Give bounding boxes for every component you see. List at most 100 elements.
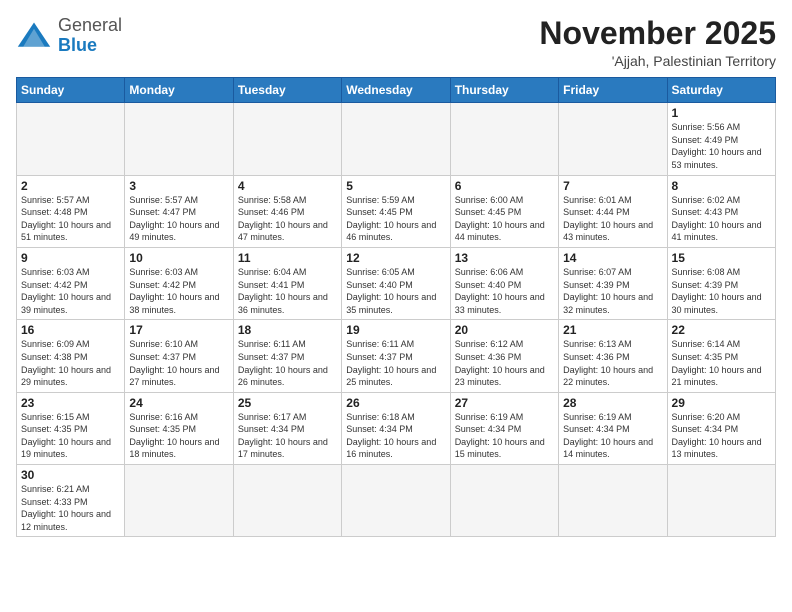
day-info: Sunrise: 6:16 AM Sunset: 4:35 PM Dayligh… bbox=[129, 411, 228, 461]
day-of-week-friday: Friday bbox=[559, 78, 667, 103]
calendar-cell: 11Sunrise: 6:04 AM Sunset: 4:41 PM Dayli… bbox=[233, 247, 341, 319]
day-number: 17 bbox=[129, 323, 228, 337]
day-number: 28 bbox=[563, 396, 662, 410]
day-info: Sunrise: 6:18 AM Sunset: 4:34 PM Dayligh… bbox=[346, 411, 445, 461]
calendar-cell: 2Sunrise: 5:57 AM Sunset: 4:48 PM Daylig… bbox=[17, 175, 125, 247]
calendar-cell: 13Sunrise: 6:06 AM Sunset: 4:40 PM Dayli… bbox=[450, 247, 558, 319]
day-number: 14 bbox=[563, 251, 662, 265]
day-info: Sunrise: 6:21 AM Sunset: 4:33 PM Dayligh… bbox=[21, 483, 120, 533]
day-info: Sunrise: 6:19 AM Sunset: 4:34 PM Dayligh… bbox=[563, 411, 662, 461]
day-number: 30 bbox=[21, 468, 120, 482]
location-subtitle: 'Ajjah, Palestinian Territory bbox=[539, 53, 776, 69]
week-row-2: 2Sunrise: 5:57 AM Sunset: 4:48 PM Daylig… bbox=[17, 175, 776, 247]
calendar-cell bbox=[450, 465, 558, 537]
day-info: Sunrise: 6:12 AM Sunset: 4:36 PM Dayligh… bbox=[455, 338, 554, 388]
week-row-6: 30Sunrise: 6:21 AM Sunset: 4:33 PM Dayli… bbox=[17, 465, 776, 537]
day-number: 4 bbox=[238, 179, 337, 193]
day-of-week-sunday: Sunday bbox=[17, 78, 125, 103]
calendar-cell bbox=[17, 103, 125, 175]
week-row-5: 23Sunrise: 6:15 AM Sunset: 4:35 PM Dayli… bbox=[17, 392, 776, 464]
day-header-row: SundayMondayTuesdayWednesdayThursdayFrid… bbox=[17, 78, 776, 103]
calendar-cell: 24Sunrise: 6:16 AM Sunset: 4:35 PM Dayli… bbox=[125, 392, 233, 464]
calendar-cell: 19Sunrise: 6:11 AM Sunset: 4:37 PM Dayli… bbox=[342, 320, 450, 392]
calendar-cell: 18Sunrise: 6:11 AM Sunset: 4:37 PM Dayli… bbox=[233, 320, 341, 392]
day-info: Sunrise: 6:13 AM Sunset: 4:36 PM Dayligh… bbox=[563, 338, 662, 388]
day-info: Sunrise: 5:59 AM Sunset: 4:45 PM Dayligh… bbox=[346, 194, 445, 244]
day-info: Sunrise: 6:03 AM Sunset: 4:42 PM Dayligh… bbox=[21, 266, 120, 316]
calendar-cell: 5Sunrise: 5:59 AM Sunset: 4:45 PM Daylig… bbox=[342, 175, 450, 247]
day-number: 3 bbox=[129, 179, 228, 193]
day-number: 22 bbox=[672, 323, 771, 337]
day-number: 11 bbox=[238, 251, 337, 265]
day-info: Sunrise: 6:15 AM Sunset: 4:35 PM Dayligh… bbox=[21, 411, 120, 461]
week-row-1: 1Sunrise: 5:56 AM Sunset: 4:49 PM Daylig… bbox=[17, 103, 776, 175]
calendar-cell bbox=[342, 103, 450, 175]
logo-text: General Blue bbox=[58, 16, 122, 56]
day-number: 15 bbox=[672, 251, 771, 265]
day-info: Sunrise: 6:01 AM Sunset: 4:44 PM Dayligh… bbox=[563, 194, 662, 244]
day-number: 26 bbox=[346, 396, 445, 410]
calendar-cell bbox=[450, 103, 558, 175]
day-of-week-thursday: Thursday bbox=[450, 78, 558, 103]
day-info: Sunrise: 5:58 AM Sunset: 4:46 PM Dayligh… bbox=[238, 194, 337, 244]
day-info: Sunrise: 6:02 AM Sunset: 4:43 PM Dayligh… bbox=[672, 194, 771, 244]
month-title: November 2025 bbox=[539, 16, 776, 51]
day-number: 6 bbox=[455, 179, 554, 193]
calendar-cell: 9Sunrise: 6:03 AM Sunset: 4:42 PM Daylig… bbox=[17, 247, 125, 319]
calendar-cell: 21Sunrise: 6:13 AM Sunset: 4:36 PM Dayli… bbox=[559, 320, 667, 392]
calendar-cell: 30Sunrise: 6:21 AM Sunset: 4:33 PM Dayli… bbox=[17, 465, 125, 537]
calendar-cell bbox=[125, 103, 233, 175]
header: General Blue November 2025 'Ajjah, Pales… bbox=[16, 16, 776, 69]
calendar-cell: 10Sunrise: 6:03 AM Sunset: 4:42 PM Dayli… bbox=[125, 247, 233, 319]
day-info: Sunrise: 6:10 AM Sunset: 4:37 PM Dayligh… bbox=[129, 338, 228, 388]
day-number: 25 bbox=[238, 396, 337, 410]
calendar-cell: 28Sunrise: 6:19 AM Sunset: 4:34 PM Dayli… bbox=[559, 392, 667, 464]
day-of-week-saturday: Saturday bbox=[667, 78, 775, 103]
day-number: 18 bbox=[238, 323, 337, 337]
day-info: Sunrise: 6:14 AM Sunset: 4:35 PM Dayligh… bbox=[672, 338, 771, 388]
day-number: 8 bbox=[672, 179, 771, 193]
logo: General Blue bbox=[16, 16, 122, 56]
day-info: Sunrise: 6:20 AM Sunset: 4:34 PM Dayligh… bbox=[672, 411, 771, 461]
day-number: 12 bbox=[346, 251, 445, 265]
day-number: 27 bbox=[455, 396, 554, 410]
day-of-week-wednesday: Wednesday bbox=[342, 78, 450, 103]
day-number: 1 bbox=[672, 106, 771, 120]
day-info: Sunrise: 5:57 AM Sunset: 4:47 PM Dayligh… bbox=[129, 194, 228, 244]
calendar-cell: 23Sunrise: 6:15 AM Sunset: 4:35 PM Dayli… bbox=[17, 392, 125, 464]
calendar-cell: 17Sunrise: 6:10 AM Sunset: 4:37 PM Dayli… bbox=[125, 320, 233, 392]
calendar-cell: 1Sunrise: 5:56 AM Sunset: 4:49 PM Daylig… bbox=[667, 103, 775, 175]
day-info: Sunrise: 6:05 AM Sunset: 4:40 PM Dayligh… bbox=[346, 266, 445, 316]
day-info: Sunrise: 6:11 AM Sunset: 4:37 PM Dayligh… bbox=[238, 338, 337, 388]
title-block: November 2025 'Ajjah, Palestinian Territ… bbox=[539, 16, 776, 69]
calendar-cell: 4Sunrise: 5:58 AM Sunset: 4:46 PM Daylig… bbox=[233, 175, 341, 247]
day-info: Sunrise: 6:04 AM Sunset: 4:41 PM Dayligh… bbox=[238, 266, 337, 316]
calendar-cell: 29Sunrise: 6:20 AM Sunset: 4:34 PM Dayli… bbox=[667, 392, 775, 464]
calendar-body: 1Sunrise: 5:56 AM Sunset: 4:49 PM Daylig… bbox=[17, 103, 776, 537]
calendar-cell bbox=[125, 465, 233, 537]
calendar-cell: 27Sunrise: 6:19 AM Sunset: 4:34 PM Dayli… bbox=[450, 392, 558, 464]
calendar-cell bbox=[233, 103, 341, 175]
calendar-cell bbox=[233, 465, 341, 537]
day-number: 20 bbox=[455, 323, 554, 337]
calendar-cell: 16Sunrise: 6:09 AM Sunset: 4:38 PM Dayli… bbox=[17, 320, 125, 392]
day-number: 2 bbox=[21, 179, 120, 193]
week-row-4: 16Sunrise: 6:09 AM Sunset: 4:38 PM Dayli… bbox=[17, 320, 776, 392]
calendar-header: SundayMondayTuesdayWednesdayThursdayFrid… bbox=[17, 78, 776, 103]
calendar-cell bbox=[667, 465, 775, 537]
day-info: Sunrise: 6:06 AM Sunset: 4:40 PM Dayligh… bbox=[455, 266, 554, 316]
day-number: 29 bbox=[672, 396, 771, 410]
day-number: 19 bbox=[346, 323, 445, 337]
calendar-cell: 3Sunrise: 5:57 AM Sunset: 4:47 PM Daylig… bbox=[125, 175, 233, 247]
logo-icon bbox=[16, 18, 52, 54]
day-number: 7 bbox=[563, 179, 662, 193]
calendar-cell: 22Sunrise: 6:14 AM Sunset: 4:35 PM Dayli… bbox=[667, 320, 775, 392]
logo-general: General bbox=[58, 15, 122, 35]
day-info: Sunrise: 6:11 AM Sunset: 4:37 PM Dayligh… bbox=[346, 338, 445, 388]
day-info: Sunrise: 6:17 AM Sunset: 4:34 PM Dayligh… bbox=[238, 411, 337, 461]
logo-blue: Blue bbox=[58, 35, 97, 55]
calendar-cell bbox=[559, 103, 667, 175]
calendar-cell bbox=[559, 465, 667, 537]
calendar: SundayMondayTuesdayWednesdayThursdayFrid… bbox=[16, 77, 776, 537]
page: General Blue November 2025 'Ajjah, Pales… bbox=[0, 0, 792, 612]
